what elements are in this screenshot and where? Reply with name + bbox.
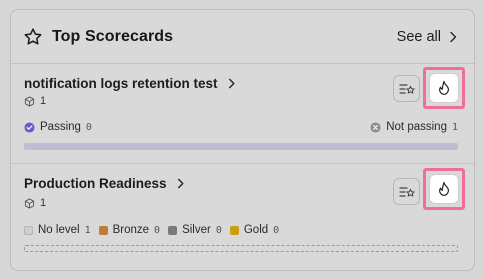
scorecard-name: Production Readiness [24,176,167,191]
scorecard-item: Production Readiness 1 No level 1 Bronze… [11,164,474,270]
level-swatch [229,225,239,235]
check-badge-icon [24,121,35,133]
scorecard-title-link[interactable]: Production Readiness [24,176,186,191]
chevron-right-icon [226,78,237,89]
levels-legend: No level 1 Bronze 0 Silver 0 Gold 0 [24,224,279,236]
scorecard-item: notification logs retention test 1 Passi… [11,64,474,164]
top-scorecards-card: Top Scorecards See all notification logs… [10,9,475,271]
entity-count-value: 1 [40,197,47,209]
level-swatch [168,225,178,235]
list-star-icon [398,82,415,96]
level-label: Silver [182,224,211,236]
levels-progress-bar [24,245,458,252]
flame-button[interactable] [429,73,459,103]
entity-count-value: 1 [40,95,47,107]
list-star-button[interactable] [393,178,420,205]
cube-icon [24,197,35,209]
level-no-level: No level 1 [24,224,91,236]
level-silver: Silver 0 [168,224,222,236]
card-header: Top Scorecards See all [11,10,474,64]
level-count: 0 [273,224,280,236]
see-all-label: See all [396,28,441,45]
entity-count: 1 [24,197,46,209]
level-swatch [98,225,108,235]
passing-count: 0 [85,121,92,133]
highlight-box [423,67,465,109]
level-count: 0 [215,224,222,236]
not-passing-status: Not passing 1 [370,121,458,133]
see-all-link[interactable]: See all [397,29,459,45]
highlight-box [423,168,465,210]
level-label: No level [38,224,80,236]
passing-progress-bar [24,143,458,150]
level-label: Bronze [112,224,150,236]
card-title: Top Scorecards [52,27,174,45]
entity-count: 1 [24,95,46,107]
flame-icon [437,181,451,197]
scorecard-title-link[interactable]: notification logs retention test [24,76,237,91]
list-star-button[interactable] [393,75,420,102]
chevron-right-icon [447,31,459,43]
scorecard-name: notification logs retention test [24,76,218,91]
level-count: 1 [84,224,91,236]
status-row: Passing 0 Not passing 1 [24,121,458,133]
level-swatch [24,225,33,235]
cube-icon [24,95,35,107]
passing-label: Passing [40,121,81,133]
x-circle-icon [370,121,381,133]
flame-icon [437,80,451,96]
passing-status: Passing 0 [24,121,92,133]
level-gold: Gold 0 [229,224,280,236]
level-bronze: Bronze 0 [98,224,161,236]
not-passing-label: Not passing [386,121,447,133]
star-icon [23,27,43,47]
level-label: Gold [243,224,269,236]
level-count: 0 [154,224,161,236]
flame-button[interactable] [429,174,459,204]
list-star-icon [398,185,415,199]
not-passing-count: 1 [451,121,458,133]
chevron-right-icon [175,178,186,189]
